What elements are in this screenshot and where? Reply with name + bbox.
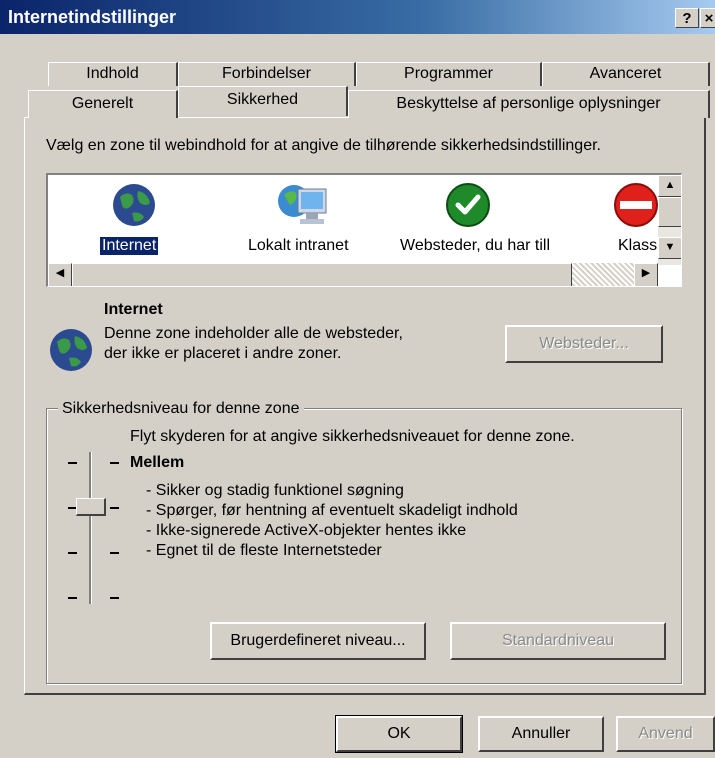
- scroll-left-button[interactable]: ◀: [48, 263, 72, 286]
- zone-list-hscrollbar[interactable]: ◀ ▶: [48, 263, 658, 286]
- websites-button[interactable]: Websteder...: [505, 325, 663, 363]
- zone-item-restricted[interactable]: Klassificerede websteder: [558, 175, 658, 265]
- security-bullet: - Sikker og stadig funktionel søgning: [146, 482, 404, 499]
- scroll-down-button[interactable]: ▼: [658, 237, 681, 259]
- zone-item-trusted[interactable]: Websteder, du har tillid til: [388, 175, 558, 265]
- trusted-checkmark-icon: [446, 183, 490, 227]
- scroll-thumb-vertical[interactable]: [658, 197, 681, 227]
- window-title: Internetindstillinger: [8, 7, 177, 27]
- scroll-up-button[interactable]: ▲: [658, 175, 681, 197]
- tab-forbindelser[interactable]: Forbindelser: [178, 62, 356, 86]
- zone-description-line2: der ikke er placeret i andre zoner.: [104, 345, 342, 362]
- globe-icon: [50, 329, 92, 371]
- zone-label-internet: Internet: [98, 236, 160, 256]
- tab-programmer[interactable]: Programmer: [356, 62, 542, 86]
- slider-tick: [68, 462, 77, 464]
- security-level-slider[interactable]: [60, 450, 130, 610]
- zone-item-intranet[interactable]: Lokalt intranet: [228, 175, 388, 265]
- zone-name: Internet: [104, 301, 163, 318]
- security-instruction: Flyt skyderen for at angive sikkerhedsni…: [130, 428, 575, 445]
- zone-list-vscrollbar[interactable]: ▲ ▼: [658, 175, 681, 265]
- scroll-right-button[interactable]: ▶: [634, 263, 658, 286]
- cancel-button[interactable]: Annuller: [478, 716, 604, 752]
- help-button[interactable]: ?: [675, 8, 699, 28]
- slider-tick: [110, 597, 119, 599]
- tab-beskyttelse[interactable]: Beskyttelse af personlige oplysninger: [348, 90, 710, 118]
- zone-label-trusted: Websteder, du har tillid til: [400, 237, 550, 254]
- intranet-computer-icon: [278, 185, 327, 224]
- zone-description-line1: Denne zone indeholder alle de websteder,: [104, 325, 403, 342]
- slider-tick: [68, 597, 77, 599]
- custom-level-button[interactable]: Brugerdefineret niveau...: [210, 622, 426, 660]
- close-button[interactable]: ×: [700, 8, 715, 28]
- default-level-button[interactable]: Standardniveau: [450, 622, 666, 660]
- slider-tick: [110, 462, 119, 464]
- tab-generelt[interactable]: Generelt: [28, 90, 178, 118]
- restricted-no-entry-icon: [614, 183, 658, 227]
- apply-button[interactable]: Anvend: [616, 716, 715, 752]
- zone-label-restricted: Klassificerede websteder: [618, 237, 658, 254]
- tab-avanceret[interactable]: Avanceret: [542, 62, 710, 86]
- security-bullet: - Spørger, før hentning af eventuelt ska…: [146, 502, 518, 519]
- security-group-label: Sikkerhedsniveau for denne zone: [58, 400, 304, 418]
- security-bullet: - Ikke-signerede ActiveX-objekter hentes…: [146, 522, 467, 539]
- security-bullet: - Egnet til de fleste Internetsteder: [146, 542, 382, 559]
- slider-tick: [68, 552, 77, 554]
- tab-indhold[interactable]: Indhold: [48, 62, 178, 86]
- ok-button[interactable]: OK: [335, 715, 463, 753]
- zone-instructions: Vælg en zone til webindhold for at angiv…: [46, 137, 601, 154]
- scroll-thumb-horizontal[interactable]: [72, 263, 572, 286]
- zone-list[interactable]: Internet Lokalt intranet Websteder, du h…: [46, 173, 682, 287]
- security-level-name: Mellem: [130, 454, 185, 471]
- slider-tick: [110, 552, 119, 554]
- zone-label-intranet: Lokalt intranet: [248, 237, 349, 254]
- zone-item-internet[interactable]: Internet: [48, 175, 228, 265]
- globe-icon: [113, 184, 155, 226]
- slider-tick: [110, 507, 119, 509]
- slider-track: [89, 452, 92, 604]
- slider-thumb[interactable]: [76, 498, 106, 516]
- tab-sikkerhed[interactable]: Sikkerhed: [178, 86, 348, 116]
- title-bar[interactable]: Internetindstillinger ? ×: [0, 0, 715, 34]
